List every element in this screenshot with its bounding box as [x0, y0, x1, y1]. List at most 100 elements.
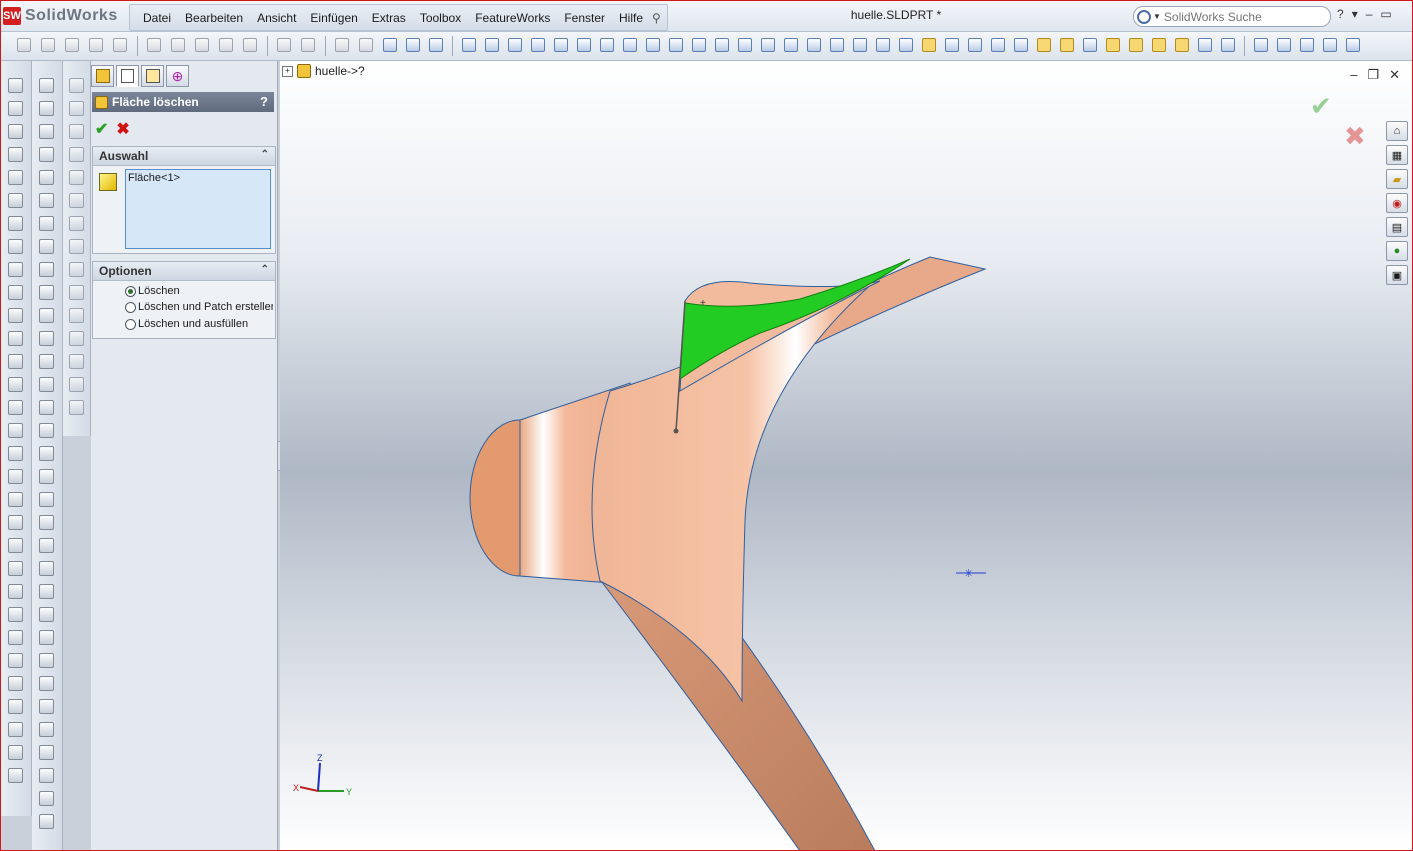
option-loeschen-ausfuellen[interactable]: Löschen und ausfüllen: [125, 318, 273, 330]
toolbar-tool-icon[interactable]: [8, 331, 23, 346]
collapse-icon[interactable]: ⌃: [261, 149, 269, 160]
toolbar-tool-icon[interactable]: [69, 377, 84, 392]
task-pane-view-palette[interactable]: ▤: [1386, 217, 1408, 237]
faces-selection-list[interactable]: Fläche<1>: [125, 169, 271, 249]
toolbar-tool-icon[interactable]: [761, 38, 775, 52]
3d-model-view[interactable]: + ✳ Y Z X: [280, 61, 1412, 851]
toolbar-tool-icon[interactable]: [39, 193, 54, 208]
toolbar-tool-icon[interactable]: [1323, 38, 1337, 52]
toolbar-tool-icon[interactable]: [8, 768, 23, 783]
toolbar-tool-icon[interactable]: [1129, 38, 1143, 52]
toolbar-tool-icon[interactable]: [195, 38, 209, 52]
menu-bearbeiten[interactable]: Bearbeiten: [178, 11, 250, 25]
toolbar-tool-icon[interactable]: [39, 653, 54, 668]
toolbar-tool-icon[interactable]: [1106, 38, 1120, 52]
toolbar-tool-icon[interactable]: [39, 699, 54, 714]
toolbar-tool-icon[interactable]: [69, 400, 84, 415]
toolbar-tool-icon[interactable]: [8, 400, 23, 415]
toolbar-tool-icon[interactable]: [8, 308, 23, 323]
toolbar-tool-icon[interactable]: [243, 38, 257, 52]
toolbar-tool-icon[interactable]: [968, 38, 982, 52]
toolbar-tool-icon[interactable]: [8, 354, 23, 369]
toolbar-tool-icon[interactable]: [359, 38, 373, 52]
group-optionen-header[interactable]: Optionen ⌃: [93, 262, 275, 281]
toolbar-tool-icon[interactable]: [429, 38, 443, 52]
toolbar-tool-icon[interactable]: [39, 124, 54, 139]
minimize-button[interactable]: –: [1366, 7, 1373, 21]
toolbar-tool-icon[interactable]: [899, 38, 913, 52]
toolbar-tool-icon[interactable]: [39, 607, 54, 622]
toolbar-tool-icon[interactable]: [39, 538, 54, 553]
toolbar-tool-icon[interactable]: [531, 38, 545, 52]
toolbar-tool-icon[interactable]: [853, 38, 867, 52]
ok-button[interactable]: ✔: [95, 119, 108, 139]
toolbar-tool-icon[interactable]: [462, 38, 476, 52]
toolbar-tool-icon[interactable]: [69, 78, 84, 93]
toolbar-tool-icon[interactable]: [39, 722, 54, 737]
task-pane-design-library[interactable]: ▦: [1386, 145, 1408, 165]
selection-item[interactable]: Fläche<1>: [128, 172, 180, 184]
toolbar-tool-icon[interactable]: [807, 38, 821, 52]
cancel-button[interactable]: ✖: [116, 119, 129, 139]
toolbar-tool-icon[interactable]: [715, 38, 729, 52]
help-button[interactable]: ?: [1337, 7, 1344, 21]
toolbar-tool-icon[interactable]: [39, 515, 54, 530]
pin-menu-icon[interactable]: ⚲: [652, 11, 661, 25]
menu-toolbox[interactable]: Toolbox: [413, 11, 468, 25]
toolbar-tool-icon[interactable]: [485, 38, 499, 52]
toolbar-tool-icon[interactable]: [692, 38, 706, 52]
toolbar-tool-icon[interactable]: [1175, 38, 1189, 52]
help-dropdown-button[interactable]: ▾: [1352, 7, 1358, 21]
toolbar-tool-icon[interactable]: [8, 377, 23, 392]
toolbar-tool-icon[interactable]: [39, 768, 54, 783]
toolbar-tool-icon[interactable]: [69, 331, 84, 346]
toolbar-tool-icon[interactable]: [89, 38, 103, 52]
toolbar-tool-icon[interactable]: [383, 38, 397, 52]
toolbar-tool-icon[interactable]: [945, 38, 959, 52]
collapse-icon[interactable]: ⌃: [261, 264, 269, 275]
radio-loeschen-ausfuellen[interactable]: [125, 318, 136, 330]
toolbar-tool-icon[interactable]: [69, 101, 84, 116]
toolbar-tool-icon[interactable]: [8, 469, 23, 484]
toolbar-tool-icon[interactable]: [8, 515, 23, 530]
toolbar-tool-icon[interactable]: [69, 308, 84, 323]
task-pane-search[interactable]: ◉: [1386, 193, 1408, 213]
toolbar-tool-icon[interactable]: [69, 124, 84, 139]
toolbar-tool-icon[interactable]: [69, 216, 84, 231]
toolbar-tool-icon[interactable]: [39, 377, 54, 392]
toolbar-tool-icon[interactable]: [39, 400, 54, 415]
toolbar-tool-icon[interactable]: [8, 239, 23, 254]
task-pane-custom-properties[interactable]: ▣: [1386, 265, 1408, 285]
toolbar-tool-icon[interactable]: [219, 38, 233, 52]
toolbar-tool-icon[interactable]: [39, 216, 54, 231]
toolbar-tool-icon[interactable]: [669, 38, 683, 52]
toolbar-tool-icon[interactable]: [39, 791, 54, 806]
toolbar-tool-icon[interactable]: [69, 239, 84, 254]
toolbar-tool-icon[interactable]: [39, 561, 54, 576]
toolbar-tool-icon[interactable]: [406, 38, 420, 52]
toolbar-tool-icon[interactable]: [8, 423, 23, 438]
toolbar-tool-icon[interactable]: [39, 446, 54, 461]
toolbar-tool-icon[interactable]: [69, 262, 84, 277]
toolbar-tool-icon[interactable]: [991, 38, 1005, 52]
search-icon[interactable]: [1137, 9, 1151, 24]
toolbar-tool-icon[interactable]: [1254, 38, 1268, 52]
toolbar-tool-icon[interactable]: [8, 446, 23, 461]
menu-hilfe[interactable]: Hilfe: [612, 11, 650, 25]
toolbar-tool-icon[interactable]: [922, 38, 936, 52]
toolbar-tool-icon[interactable]: [1083, 38, 1097, 52]
tab-configurationmanager[interactable]: [141, 65, 164, 87]
toolbar-tool-icon[interactable]: [8, 170, 23, 185]
toolbar-tool-icon[interactable]: [1060, 38, 1074, 52]
toolbar-tool-icon[interactable]: [830, 38, 844, 52]
toolbar-tool-icon[interactable]: [39, 285, 54, 300]
option-loeschen-patch[interactable]: Löschen und Patch erstellen: [125, 301, 273, 313]
search-dropdown-icon[interactable]: ▼: [1153, 12, 1161, 21]
menu-einfuegen[interactable]: Einfügen: [303, 11, 364, 25]
toolbar-tool-icon[interactable]: [577, 38, 591, 52]
toolbar-tool-icon[interactable]: [39, 354, 54, 369]
restore-button[interactable]: ▭: [1380, 7, 1391, 21]
toolbar-tool-icon[interactable]: [1300, 38, 1314, 52]
group-auswahl-header[interactable]: Auswahl ⌃: [93, 147, 275, 166]
menu-featureworks[interactable]: FeatureWorks: [468, 11, 557, 25]
